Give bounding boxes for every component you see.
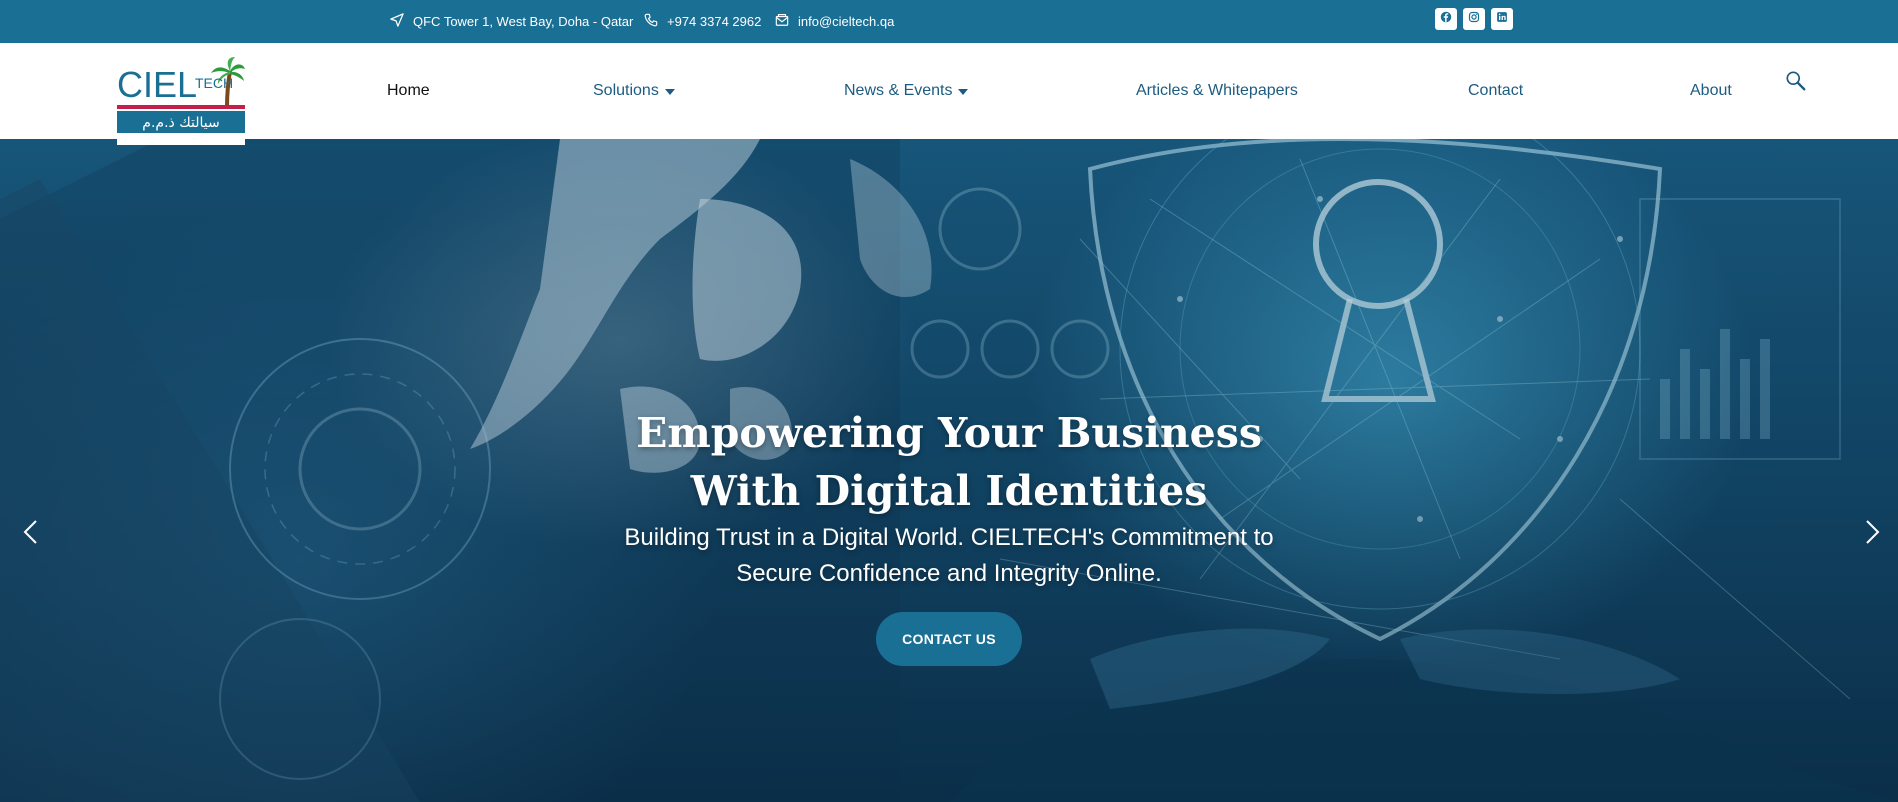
nav-contact-label: Contact [1468, 82, 1524, 99]
instagram-link[interactable] [1463, 8, 1485, 30]
slider-prev-button[interactable] [16, 517, 46, 547]
phone-text: +974 3374 2962 [667, 14, 762, 29]
social-links [1435, 8, 1513, 30]
chevron-right-icon [1857, 520, 1887, 551]
logo[interactable]: CIEL TECH سيالتك ذ.م.م [117, 57, 245, 145]
hero-content: Empowering Your Business With Digital Id… [599, 404, 1299, 666]
nav-solutions-label: Solutions [593, 82, 659, 99]
hero-subtitle: Building Trust in a Digital World. CIELT… [624, 524, 1274, 587]
nav-news-label: News & Events [844, 82, 953, 99]
search-button[interactable] [1785, 69, 1809, 97]
email-info[interactable]: info@cieltech.qa [775, 0, 894, 43]
contact-us-button[interactable]: CONTACT US [876, 612, 1022, 666]
nav-contact[interactable]: Contact [1468, 43, 1523, 139]
nav-home-label: Home [387, 82, 430, 99]
nav-articles[interactable]: Articles & Whitepapers [1136, 43, 1298, 139]
nav-solutions[interactable]: Solutions [593, 43, 675, 139]
caret-down-icon [958, 89, 969, 95]
logo-text-main: CIEL [117, 64, 197, 105]
logo-text-arabic: سيالتك ذ.م.م [142, 115, 219, 131]
address-info: QFC Tower 1, West Bay, Doha - Qatar [390, 0, 633, 43]
linkedin-icon [1496, 10, 1508, 28]
nav-about[interactable]: About [1690, 43, 1732, 139]
email-text: info@cieltech.qa [798, 14, 895, 29]
instagram-icon [1468, 10, 1480, 28]
top-contact-bar: QFC Tower 1, West Bay, Doha - Qatar +974… [0, 0, 1898, 43]
email-icon [775, 13, 789, 30]
nav-news-events[interactable]: News & Events [844, 43, 969, 139]
search-icon [1785, 70, 1807, 97]
nav-about-label: About [1690, 82, 1732, 99]
slider-next-button[interactable] [1857, 517, 1887, 547]
linkedin-link[interactable] [1491, 8, 1513, 30]
nav-home[interactable]: Home [387, 43, 430, 139]
phone-info[interactable]: +974 3374 2962 [644, 0, 761, 43]
address-text: QFC Tower 1, West Bay, Doha - Qatar [413, 14, 634, 29]
logo-text-small: TECH [195, 75, 233, 91]
nav-articles-label: Articles & Whitepapers [1136, 82, 1298, 99]
hero-slider: Empowering Your Business With Digital Id… [0, 139, 1898, 802]
chevron-left-icon [16, 520, 46, 551]
facebook-icon [1440, 10, 1452, 28]
caret-down-icon [664, 89, 675, 95]
location-arrow-icon [390, 13, 404, 30]
main-header: CIEL TECH سيالتك ذ.م.م Home Solutions Ne… [0, 43, 1898, 145]
facebook-link[interactable] [1435, 8, 1457, 30]
phone-icon [644, 13, 658, 30]
logo-image: CIEL TECH سيالتك ذ.م.م [117, 57, 245, 133]
hero-title: Empowering Your Business With Digital Id… [636, 409, 1262, 515]
